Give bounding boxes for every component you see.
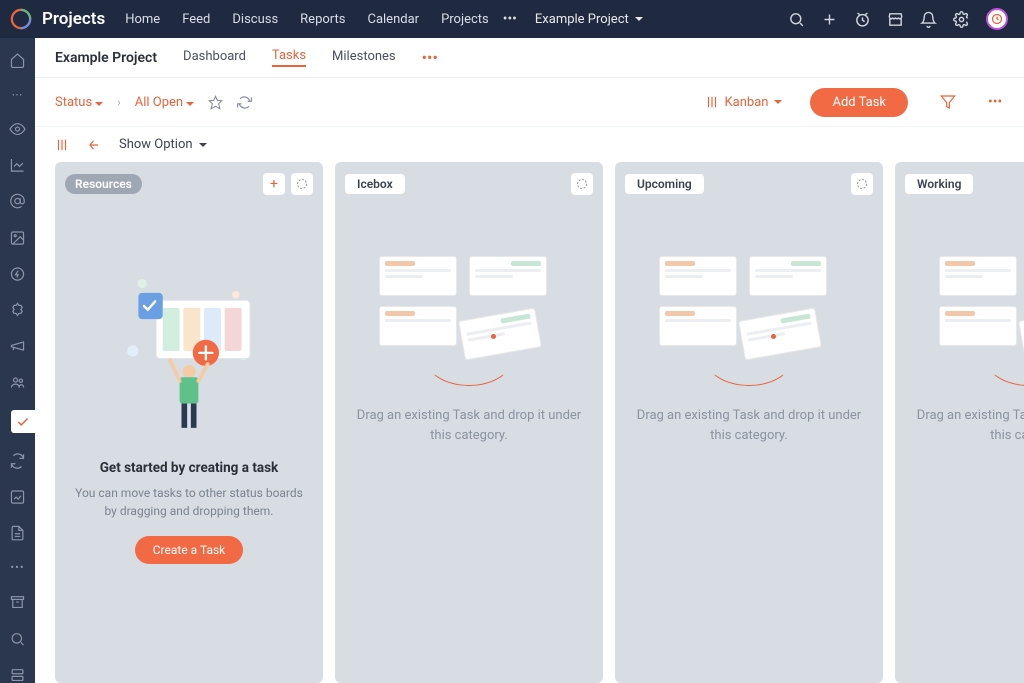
rail-more-icon[interactable]: ••• xyxy=(10,561,24,574)
tab-tasks[interactable]: Tasks xyxy=(272,48,306,67)
column-working[interactable]: Working Drag an existing Task and drop i… xyxy=(895,162,1024,683)
topbar-actions xyxy=(788,8,1008,30)
tasks-icon[interactable] xyxy=(11,410,35,433)
top-bar: Projects Home Feed Discuss Reports Calen… xyxy=(0,0,1024,38)
column-title: Icebox xyxy=(345,174,405,194)
user-avatar[interactable] xyxy=(986,8,1008,30)
at-icon[interactable] xyxy=(9,193,26,209)
option-bar: Show Option xyxy=(35,126,1024,162)
bolt-icon[interactable] xyxy=(9,266,26,282)
chevron-down-icon xyxy=(199,143,207,147)
clock-icon[interactable] xyxy=(854,11,871,28)
megaphone-icon[interactable] xyxy=(9,338,26,354)
main-area: Example Project Dashboard Tasks Mileston… xyxy=(35,38,1024,683)
create-task-button[interactable]: Create a Task xyxy=(135,536,244,564)
empty-cards-illustration xyxy=(379,256,559,376)
home-icon[interactable] xyxy=(9,52,26,68)
kanban-board: Resources + xyxy=(35,162,1024,683)
puzzle-icon[interactable] xyxy=(9,302,26,318)
search-rail-icon[interactable] xyxy=(9,631,26,647)
chart-icon[interactable] xyxy=(9,157,26,173)
nav-calendar[interactable]: Calendar xyxy=(367,12,419,27)
archive-icon[interactable] xyxy=(9,594,26,610)
app-logo-icon xyxy=(10,8,32,30)
view-selector[interactable]: Kanban xyxy=(705,95,783,110)
column-drop-zone[interactable]: Drag an existing Task and drop it under … xyxy=(345,206,593,673)
project-selector-label: Example Project xyxy=(535,12,629,27)
top-nav: Home Feed Discuss Reports Calendar Proje… xyxy=(125,12,489,27)
collapse-icon[interactable] xyxy=(87,138,101,152)
empty-cards-illustration xyxy=(659,256,839,376)
drop-hint: Drag an existing Task and drop it under … xyxy=(625,406,873,445)
allopen-filter[interactable]: All Open xyxy=(135,95,195,110)
area-chart-icon[interactable] xyxy=(9,489,26,505)
drop-hint: Drag an existing Task and drop it under … xyxy=(905,406,1024,445)
reload-icon[interactable] xyxy=(237,95,252,110)
column-empty-state: Get started by creating a task You can m… xyxy=(65,206,313,673)
column-menu-icon[interactable] xyxy=(291,173,313,195)
show-option-label: Show Option xyxy=(119,137,193,152)
funnel-icon[interactable] xyxy=(940,94,956,110)
brand-title: Projects xyxy=(42,9,105,29)
drop-hint: Drag an existing Task and drop it under … xyxy=(345,406,593,445)
column-title: Upcoming xyxy=(625,174,704,194)
bell-icon[interactable] xyxy=(920,11,937,28)
project-selector[interactable]: Example Project xyxy=(535,12,643,27)
nav-projects[interactable]: Projects xyxy=(441,12,489,27)
column-drop-zone[interactable]: Drag an existing Task and drop it under … xyxy=(625,206,873,673)
empty-cards-illustration xyxy=(939,256,1024,376)
show-option-dropdown[interactable]: Show Option xyxy=(119,137,207,152)
columns-icon[interactable] xyxy=(55,138,69,152)
rail-divider: ⋯ xyxy=(12,88,24,101)
breadcrumb-chevron-icon: › xyxy=(117,96,120,109)
tabs-more-icon[interactable]: ••• xyxy=(422,48,438,67)
nav-discuss[interactable]: Discuss xyxy=(232,12,278,27)
nav-more-icon[interactable]: ••• xyxy=(503,11,517,27)
server-icon[interactable] xyxy=(9,667,26,683)
chevron-down-icon xyxy=(635,17,643,21)
empty-heading: Get started by creating a task xyxy=(100,460,279,476)
view-label: Kanban xyxy=(725,95,769,110)
onboarding-illustration xyxy=(114,266,264,436)
status-filter[interactable]: Status xyxy=(55,95,103,110)
toolbar-more-icon[interactable]: ••• xyxy=(988,94,1004,110)
empty-paragraph: You can move tasks to other status board… xyxy=(65,484,313,520)
search-icon[interactable] xyxy=(788,11,805,28)
column-title: Working xyxy=(905,174,973,194)
tab-dashboard[interactable]: Dashboard xyxy=(183,49,246,66)
sub-header: Example Project Dashboard Tasks Mileston… xyxy=(35,38,1024,78)
eye-icon[interactable] xyxy=(9,121,26,137)
add-task-button[interactable]: Add Task xyxy=(810,88,908,117)
column-resources[interactable]: Resources + xyxy=(55,162,323,683)
project-title: Example Project xyxy=(55,50,157,66)
image-icon[interactable] xyxy=(9,230,26,246)
gear-icon[interactable] xyxy=(953,11,970,28)
left-rail: ⋯ ••• xyxy=(0,38,35,683)
column-menu-icon[interactable] xyxy=(571,173,593,195)
column-upcoming[interactable]: Upcoming Drag an existing Task and drop … xyxy=(615,162,883,683)
users-icon[interactable] xyxy=(9,374,26,390)
store-icon[interactable] xyxy=(887,11,904,28)
tab-milestones[interactable]: Milestones xyxy=(332,49,396,66)
star-icon[interactable] xyxy=(208,95,223,110)
column-menu-icon[interactable] xyxy=(851,173,873,195)
column-add-icon[interactable]: + xyxy=(263,173,285,195)
document-icon[interactable] xyxy=(9,525,26,541)
filter-bar: Status › All Open Kanban Add Task ••• xyxy=(35,78,1024,126)
column-title: Resources xyxy=(65,174,142,194)
nav-feed[interactable]: Feed xyxy=(182,12,210,27)
chevron-down-icon xyxy=(774,100,782,104)
nav-reports[interactable]: Reports xyxy=(300,12,345,27)
column-drop-zone[interactable]: Drag an existing Task and drop it under … xyxy=(905,206,1024,673)
plus-icon[interactable] xyxy=(821,11,838,28)
column-icebox[interactable]: Icebox Drag an existing Task and drop it… xyxy=(335,162,603,683)
nav-home[interactable]: Home xyxy=(125,12,160,27)
refresh-icon[interactable] xyxy=(9,453,26,469)
